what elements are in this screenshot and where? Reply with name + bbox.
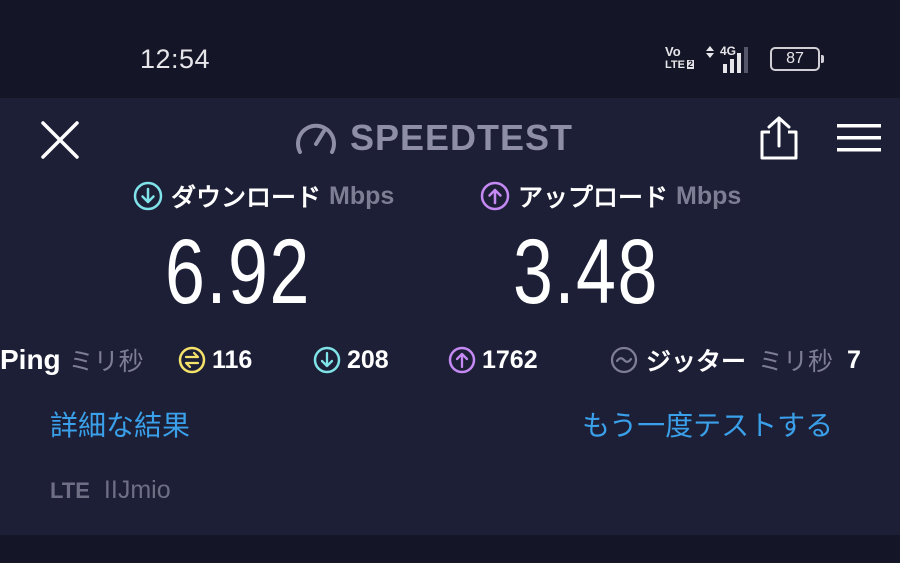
ping-idle-value: 116 (212, 345, 253, 374)
ping-idle-icon (178, 346, 206, 374)
upload-label: アップロード (518, 183, 669, 212)
speedometer-icon (296, 123, 336, 154)
jitter: ジッター ミリ秒 7 (610, 340, 861, 380)
ping-unit: ミリ秒 (68, 347, 144, 376)
ping-download-icon (313, 346, 341, 374)
download-arrow-icon (133, 181, 163, 211)
upload-heading: アップロード Mbps (480, 178, 741, 214)
download-unit: Mbps (329, 181, 395, 210)
provider-name: IIJmio (103, 476, 171, 504)
network-type: 4G (720, 44, 737, 58)
connection-info: LTE IIJmio (50, 476, 171, 505)
jitter-icon (610, 346, 638, 374)
menu-icon[interactable] (834, 120, 884, 156)
ping-upload-value: 1762 (482, 345, 538, 374)
upload-unit: Mbps (676, 181, 742, 210)
download-heading: ダウンロード Mbps (133, 178, 394, 214)
status-bar: 12:54 Vo LTE 2 4G 87 (0, 0, 900, 98)
upload-arrow-icon (480, 181, 510, 211)
status-time: 12:54 (140, 44, 211, 74)
battery-icon: 87 (770, 47, 824, 71)
retest-link[interactable]: もう一度テストする (582, 404, 833, 444)
logo-text: SPEEDTEST (350, 117, 574, 158)
ping-upload-icon (448, 346, 476, 374)
details-link[interactable]: 詳細な結果 (50, 404, 190, 444)
battery-level: 87 (786, 50, 804, 67)
upload-value: 3.48 (513, 221, 659, 323)
ping-idle: 116 (178, 340, 252, 380)
ping-upload: 1762 (448, 340, 538, 380)
close-icon[interactable] (38, 118, 82, 162)
signal-icon: 4G (706, 44, 756, 74)
ping-row: Ping ミリ秒 116 208 1762 ジッター ミリ秒 7 (0, 340, 900, 380)
speedtest-logo: SPEEDTEST (294, 116, 573, 160)
bottom-strip (0, 535, 900, 563)
share-icon[interactable] (756, 114, 802, 162)
connection-type: LTE (50, 477, 90, 503)
volte-icon: Vo LTE 2 (665, 44, 695, 71)
download-label: ダウンロード (171, 183, 322, 212)
jitter-label: ジッター (646, 347, 747, 376)
jitter-value: 7 (847, 345, 861, 374)
ping-heading: Ping ミリ秒 (0, 340, 144, 380)
ping-label: Ping (0, 344, 61, 375)
jitter-unit: ミリ秒 (758, 347, 834, 376)
ping-download: 208 (313, 340, 389, 380)
ping-download-value: 208 (347, 345, 389, 374)
download-value: 6.92 (165, 221, 311, 323)
